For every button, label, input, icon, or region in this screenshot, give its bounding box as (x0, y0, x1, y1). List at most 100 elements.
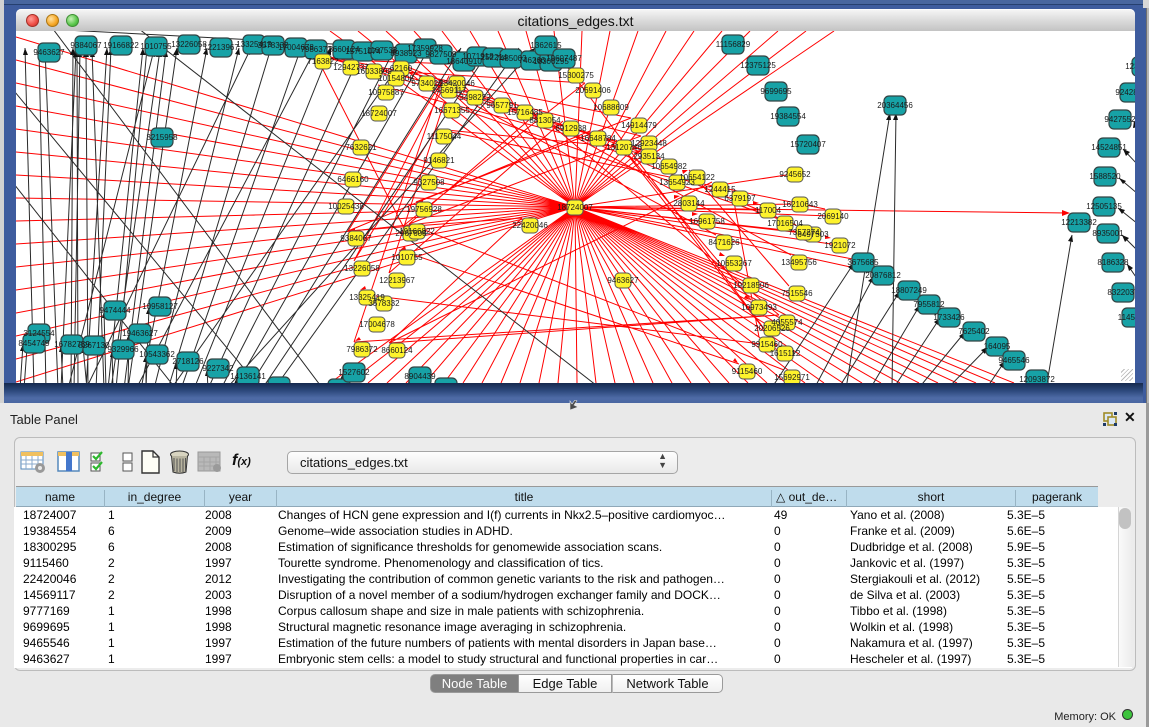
svg-text:9699695: 9699695 (760, 87, 792, 96)
svg-text:12213967: 12213967 (379, 276, 415, 285)
svg-text:10154808: 10154808 (378, 74, 414, 83)
svg-text:17957225: 17957225 (261, 382, 297, 383)
svg-text:8186328: 8186328 (1097, 258, 1129, 267)
svg-text:12353594: 12353594 (1125, 62, 1135, 71)
svg-text:8454749: 8454749 (18, 339, 50, 348)
svg-text:3124554: 3124554 (23, 329, 55, 338)
svg-text:2803144: 2803144 (673, 199, 705, 208)
svg-text:7986372: 7986372 (346, 345, 378, 354)
svg-text:3215958: 3215958 (146, 133, 178, 142)
svg-text:8267130: 8267130 (78, 341, 110, 350)
svg-text:1362615: 1362615 (530, 41, 562, 50)
svg-text:6466160: 6466160 (337, 175, 369, 184)
svg-text:10543362: 10543362 (139, 350, 175, 359)
svg-text:8912938: 8912938 (555, 124, 587, 133)
svg-text:2069140: 2069140 (817, 212, 849, 221)
svg-text:12923448: 12923448 (631, 139, 667, 148)
svg-text:9115460: 9115460 (732, 367, 763, 376)
svg-text:13654923: 13654923 (659, 178, 695, 187)
svg-text:16210643: 16210643 (782, 200, 818, 209)
svg-text:19166822: 19166822 (399, 227, 435, 236)
svg-text:20206526: 20206526 (754, 324, 790, 333)
svg-text:20364456: 20364456 (877, 101, 913, 110)
svg-text:1244415: 1244415 (704, 185, 736, 194)
svg-text:9474444: 9474444 (99, 306, 131, 315)
svg-text:20691406: 20691406 (575, 86, 611, 95)
svg-text:7625402: 7625402 (958, 327, 990, 336)
svg-text:14914479: 14914479 (621, 121, 657, 130)
svg-text:14524851: 14524851 (1091, 143, 1127, 152)
svg-text:10025438: 10025438 (328, 202, 364, 211)
svg-text:13226058: 13226058 (344, 264, 380, 273)
svg-text:9245652: 9245652 (779, 170, 811, 179)
svg-text:19384554: 19384554 (770, 112, 806, 121)
svg-text:11175044: 11175044 (427, 132, 462, 141)
svg-text:1010755: 1010755 (140, 42, 172, 51)
svg-text:9463627: 9463627 (607, 276, 639, 285)
svg-text:13226058: 13226058 (171, 40, 207, 49)
svg-text:9242845: 9242845 (1115, 88, 1135, 97)
svg-text:117004: 117004 (755, 206, 782, 215)
svg-text:2718126: 2718126 (172, 357, 204, 366)
svg-text:10654982: 10654982 (651, 162, 687, 171)
svg-text:16671355: 16671355 (434, 106, 470, 115)
svg-text:15300275: 15300275 (558, 71, 594, 80)
svg-text:20876812: 20876812 (865, 271, 901, 280)
svg-text:9146821: 9146821 (423, 156, 455, 165)
svg-text:10688609: 10688609 (593, 103, 629, 112)
svg-text:9327508: 9327508 (413, 178, 445, 187)
svg-text:1527602: 1527602 (338, 368, 370, 377)
svg-text:10958127: 10958127 (142, 302, 178, 311)
svg-text:8660124: 8660124 (381, 346, 413, 355)
svg-text:15692971: 15692971 (774, 373, 810, 382)
svg-text:17016504: 17016504 (767, 219, 803, 228)
svg-text:8471626: 8471626 (708, 238, 740, 247)
svg-text:10973493: 10973493 (741, 303, 777, 312)
svg-text:7632621: 7632621 (345, 143, 377, 152)
svg-text:19166822: 19166822 (103, 41, 139, 50)
svg-text:12093872: 12093872 (1019, 375, 1055, 383)
svg-text:9384067: 9384067 (70, 41, 102, 50)
svg-text:3578332: 3578332 (368, 299, 400, 308)
svg-text:8322037: 8322037 (1107, 288, 1135, 297)
svg-text:14136141: 14136141 (230, 372, 266, 381)
svg-text:16648784: 16648784 (580, 134, 616, 143)
svg-text:1010755: 1010755 (391, 253, 423, 262)
svg-text:9463627: 9463627 (33, 48, 65, 57)
svg-text:9427552: 9427552 (1104, 115, 1135, 124)
svg-text:7986372: 7986372 (300, 45, 332, 54)
svg-text:7515546: 7515546 (781, 289, 813, 298)
svg-text:18807249: 18807249 (891, 286, 927, 295)
svg-text:1733426: 1733426 (933, 313, 965, 322)
svg-text:1921072: 1921072 (824, 241, 856, 250)
svg-text:18724007: 18724007 (361, 109, 397, 118)
svg-text:8904439: 8904439 (404, 372, 436, 381)
svg-text:9329966: 9329966 (107, 345, 139, 354)
svg-text:12375125: 12375125 (740, 61, 776, 70)
svg-text:13495756: 13495756 (781, 258, 817, 267)
svg-text:1145194: 1145194 (1118, 313, 1135, 322)
svg-text:12505135: 12505135 (1086, 202, 1122, 211)
svg-text:7357274: 7357274 (788, 228, 820, 237)
svg-text:10975887: 10975887 (368, 88, 404, 97)
svg-text:164095: 164095 (984, 342, 1011, 351)
svg-text:19218506: 19218506 (733, 281, 769, 290)
svg-text:19463627: 19463627 (122, 329, 158, 338)
svg-text:3675685: 3675685 (847, 258, 879, 267)
svg-text:10607487: 10607487 (546, 54, 582, 63)
svg-text:7955812: 7955812 (913, 300, 945, 309)
svg-text:12213382: 12213382 (1061, 218, 1097, 227)
svg-text:19756928: 19756928 (406, 205, 442, 214)
svg-text:6379197: 6379197 (724, 194, 756, 203)
svg-text:8935001: 8935001 (1092, 229, 1124, 238)
svg-text:1588520: 1588520 (1089, 172, 1121, 181)
svg-text:9384067: 9384067 (340, 234, 372, 243)
svg-text:10653267: 10653267 (716, 259, 752, 268)
svg-text:9465546: 9465546 (998, 356, 1030, 365)
svg-text:62160: 62160 (390, 64, 413, 73)
svg-text:15720407: 15720407 (790, 140, 826, 149)
svg-text:12213967: 12213967 (203, 43, 239, 52)
svg-text:22420046: 22420046 (512, 221, 548, 230)
svg-text:9915460: 9915460 (751, 340, 783, 349)
svg-text:16961758: 16961758 (689, 217, 725, 226)
